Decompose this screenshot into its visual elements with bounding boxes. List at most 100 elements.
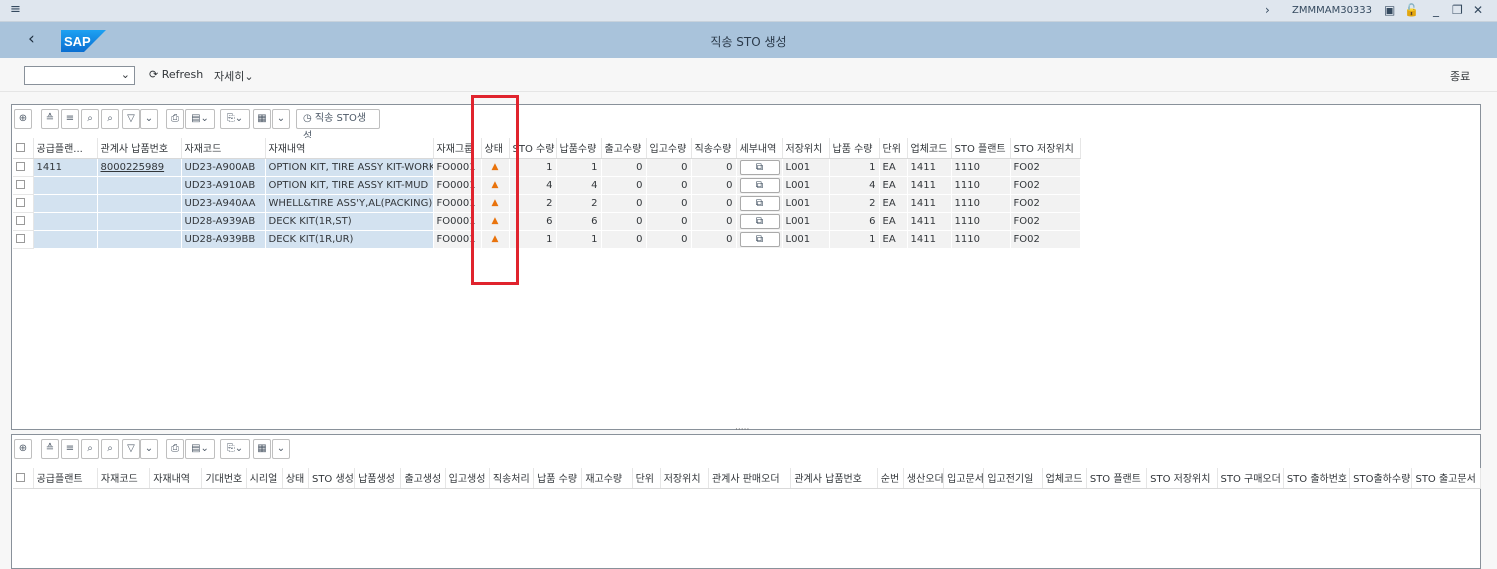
col-header[interactable]: 자재코드: [181, 138, 266, 159]
refresh-button[interactable]: ⟳ Refresh: [149, 68, 203, 81]
col-header[interactable]: 관계사 판매오더: [708, 468, 792, 489]
row-select-cell[interactable]: [13, 158, 34, 177]
row-checkbox[interactable]: [16, 216, 25, 225]
col-header[interactable]: STO 플랜트: [951, 138, 1011, 159]
col-header[interactable]: STO 저장위치: [1146, 468, 1218, 489]
col-header[interactable]: 업체코드: [1042, 468, 1087, 489]
details-icon[interactable]: ⊕: [14, 439, 32, 459]
exit-button[interactable]: 종료: [1450, 68, 1470, 84]
col-header[interactable]: STO 플랜트: [1086, 468, 1148, 489]
col-header[interactable]: 세부내역: [736, 138, 783, 159]
col-header[interactable]: STO 생성: [308, 468, 356, 489]
col-header[interactable]: 시리얼: [246, 468, 283, 489]
detail-button[interactable]: ⧉: [739, 177, 780, 193]
play-icon[interactable]: ▣: [1384, 3, 1395, 17]
create-sto-button[interactable]: ◷ 직송 STO생성: [296, 109, 380, 142]
col-header[interactable]: 관계사 납품번호: [790, 468, 878, 489]
col-header[interactable]: 자재코드: [97, 468, 151, 489]
col-header[interactable]: 출고생성: [400, 468, 446, 489]
find-icon[interactable]: ⌕: [81, 109, 99, 129]
col-header[interactable]: 순번: [877, 468, 904, 489]
print-icon[interactable]: ⎙: [166, 109, 184, 129]
find-next-icon[interactable]: ⌕: [101, 109, 119, 129]
filter-icon[interactable]: ▽: [122, 439, 140, 459]
col-header[interactable]: 출고수량: [601, 138, 647, 159]
col-header[interactable]: 업체코드: [907, 138, 952, 159]
col-header[interactable]: 납품 수량: [829, 138, 880, 159]
minimize-icon[interactable]: _: [1433, 3, 1439, 17]
layout-icon[interactable]: ▤⌄: [185, 439, 215, 459]
detail-button[interactable]: ⧉: [739, 213, 780, 229]
table-row[interactable]: UD28-A939AB DECK KIT(1R,ST) FO0001 ▲ 6 6 0 0 0 ⧉ L…: [13, 212, 1081, 231]
col-header[interactable]: 자재내역: [265, 138, 434, 159]
col-header[interactable]: STO 구매오더: [1217, 468, 1284, 489]
col-header[interactable]: 납품수량: [556, 138, 602, 159]
col-header[interactable]: 입고전기일: [983, 468, 1043, 489]
unlock-icon[interactable]: 🔓: [1404, 3, 1419, 17]
col-header[interactable]: STO출하수량: [1349, 468, 1413, 489]
col-header[interactable]: 단위: [632, 468, 661, 489]
view-icon[interactable]: ▦: [253, 439, 271, 459]
col-header[interactable]: 납품 수량: [533, 468, 583, 489]
col-header[interactable]: STO 출하번호: [1283, 468, 1351, 489]
col-header[interactable]: 공급플랜트: [33, 468, 98, 489]
delivery-link[interactable]: 8000225989: [101, 162, 165, 173]
more-button[interactable]: 자세히⌄: [214, 68, 254, 84]
col-header[interactable]: 자재내역: [149, 468, 203, 489]
col-header[interactable]: 입고수량: [646, 138, 692, 159]
col-header[interactable]: 입고문서: [943, 468, 985, 489]
view-dropdown-icon[interactable]: ⌄: [272, 439, 290, 459]
close-icon[interactable]: ✕: [1473, 3, 1483, 17]
restore-icon[interactable]: ❐: [1452, 3, 1463, 17]
col-header[interactable]: STO 출고문서: [1411, 468, 1481, 489]
col-header[interactable]: 납품생성: [354, 468, 402, 489]
table-row[interactable]: 1411 8000225989 UD23-A900AB OPTION KIT, TIR…: [13, 158, 1081, 177]
col-header[interactable]: 입고생성: [445, 468, 490, 489]
chevron-right-icon[interactable]: ›: [1265, 3, 1270, 17]
row-checkbox[interactable]: [16, 162, 25, 171]
filter-icon[interactable]: ▽: [122, 109, 140, 129]
select-all-cell[interactable]: [13, 138, 34, 159]
row-checkbox[interactable]: [16, 234, 25, 243]
row-select-cell[interactable]: [13, 230, 34, 249]
row-checkbox[interactable]: [16, 198, 25, 207]
select-all-checkbox[interactable]: [16, 142, 25, 152]
filter-dropdown-icon[interactable]: ⌄: [140, 439, 158, 459]
view-dropdown-icon[interactable]: ⌄: [272, 109, 290, 129]
select-all-cell[interactable]: [13, 468, 34, 489]
export-icon[interactable]: ⎘⌄: [220, 439, 250, 459]
export-icon[interactable]: ⎘⌄: [220, 109, 250, 129]
sort-descending-icon[interactable]: ≡: [61, 109, 79, 129]
col-header[interactable]: 재고수량: [581, 468, 633, 489]
hamburger-menu-icon[interactable]: ≡: [10, 3, 24, 16]
sort-ascending-icon[interactable]: ≙: [41, 439, 59, 459]
variant-select[interactable]: ⌄: [24, 66, 135, 85]
row-select-cell[interactable]: [13, 194, 34, 213]
row-select-cell[interactable]: [13, 176, 34, 195]
details-icon[interactable]: ⊕: [14, 109, 32, 129]
sort-descending-icon[interactable]: ≡: [61, 439, 79, 459]
col-header[interactable]: 저장위치: [660, 468, 709, 489]
col-header[interactable]: 기대번호: [201, 468, 247, 489]
col-header[interactable]: 상태: [282, 468, 309, 489]
col-header[interactable]: 직송수량: [691, 138, 737, 159]
find-icon[interactable]: ⌕: [81, 439, 99, 459]
table-row[interactable]: UD23-A940AA WHELL&TIRE ASS'Y,AL(PACKING) F…: [13, 194, 1081, 213]
col-header[interactable]: 저장위치: [782, 138, 830, 159]
col-header[interactable]: 생산오더: [903, 468, 945, 489]
select-all-checkbox[interactable]: [16, 472, 25, 482]
col-header[interactable]: 단위: [879, 138, 908, 159]
col-header[interactable]: 관계사 납품번호: [97, 138, 182, 159]
table-row[interactable]: UD23-A910AB OPTION KIT, TIRE ASSY KIT-MUD…: [13, 176, 1081, 195]
detail-button[interactable]: ⧉: [739, 195, 780, 211]
col-header[interactable]: 공급플랜...: [33, 138, 98, 159]
print-icon[interactable]: ⎙: [166, 439, 184, 459]
find-next-icon[interactable]: ⌕: [101, 439, 119, 459]
detail-button[interactable]: ⧉: [739, 231, 780, 247]
filter-dropdown-icon[interactable]: ⌄: [140, 109, 158, 129]
sort-ascending-icon[interactable]: ≙: [41, 109, 59, 129]
detail-button[interactable]: ⧉: [739, 159, 780, 175]
table-row[interactable]: UD28-A939BB DECK KIT(1R,UR) FO0001 ▲ 1 1 0 0 0 ⧉ L…: [13, 230, 1081, 249]
layout-icon[interactable]: ▤⌄: [185, 109, 215, 129]
col-header[interactable]: STO 저장위치: [1010, 138, 1081, 159]
